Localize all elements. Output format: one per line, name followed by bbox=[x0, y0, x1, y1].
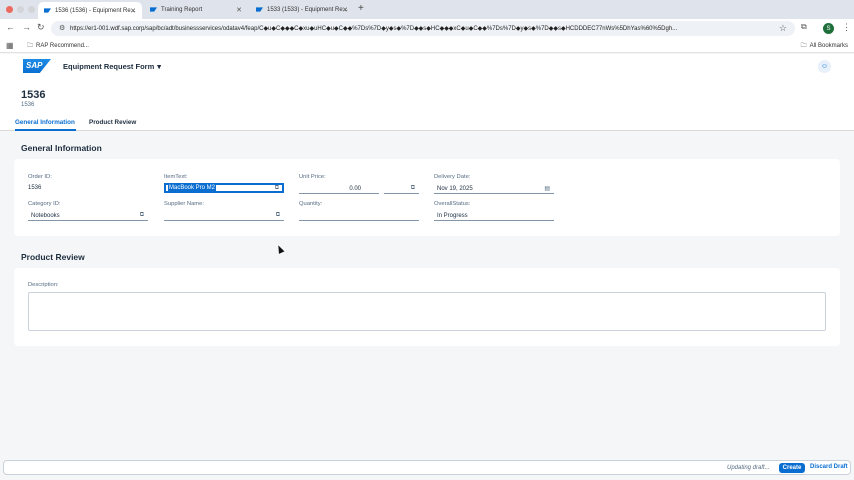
object-page-header: 1536 1536 General Information Product Re… bbox=[0, 81, 854, 131]
close-icon[interactable]: ✕ bbox=[130, 7, 136, 15]
value-help-icon[interactable]: ⧉ bbox=[411, 185, 415, 192]
extensions-puzzle-icon[interactable]: ⧉ bbox=[801, 22, 807, 32]
create-button[interactable]: Create bbox=[779, 463, 805, 473]
unit-price-value: 0.00 bbox=[349, 185, 361, 192]
item-text-label: ItemText: bbox=[164, 174, 188, 180]
all-bookmarks-button[interactable]: 🗀 All Bookmarks bbox=[801, 41, 848, 51]
quantity-input[interactable] bbox=[299, 211, 419, 221]
mouse-cursor-icon bbox=[275, 244, 285, 254]
draft-status-text: Updating draft... bbox=[727, 465, 770, 471]
tab-label: 1536 (1536) - Equipment Re... bbox=[55, 7, 136, 14]
order-id-value: 1536 bbox=[28, 185, 42, 191]
general-information-section bbox=[14, 159, 840, 236]
sap-shell-header: SAP Equipment Request Form ▾ ☺ bbox=[0, 54, 854, 81]
bookmark-folder-rap[interactable]: 🗀 RAP Recommend... bbox=[27, 41, 89, 51]
bookmark-folder-label: RAP Recommend... bbox=[36, 43, 89, 49]
active-tab-indicator bbox=[15, 129, 76, 131]
delivery-date-input[interactable]: Nov 19, 2025 ▤ bbox=[434, 184, 554, 194]
tab-label: 1533 (1533) - Equipment Re... bbox=[267, 6, 348, 13]
address-bar[interactable]: ⚙ https://er1-001.wdf.sap.corp/sap/bc/ad… bbox=[51, 21, 795, 36]
browser-tab-1536[interactable]: 1536 (1536) - Equipment Re... ✕ bbox=[38, 2, 142, 19]
item-text-input[interactable]: MacBook Pro M2 ⧉ bbox=[164, 183, 284, 193]
delivery-date-value: Nov 19, 2025 bbox=[437, 185, 473, 192]
overall-status-label: OverallStatus: bbox=[434, 201, 471, 207]
apps-grid-icon[interactable]: ▦ bbox=[6, 41, 14, 50]
delivery-date-label: Delivery Date: bbox=[434, 174, 471, 180]
category-id-value: Notebooks bbox=[31, 212, 60, 219]
site-info-icon[interactable]: ⚙ bbox=[59, 24, 65, 32]
close-icon[interactable]: ✕ bbox=[342, 6, 348, 14]
reload-icon[interactable]: ↻ bbox=[37, 22, 45, 33]
page-title: 1536 bbox=[21, 89, 46, 101]
browser-tab-bar: 1536 (1536) - Equipment Re... ✕ Training… bbox=[0, 0, 854, 19]
footer-toolbar: Updating draft... Create Discard Draft bbox=[3, 460, 851, 475]
supplier-name-input[interactable]: ⧉ bbox=[164, 211, 284, 221]
chevron-down-icon: ▾ bbox=[157, 62, 162, 71]
back-arrow-icon[interactable]: ← bbox=[6, 22, 15, 32]
value-help-icon[interactable]: ⧉ bbox=[276, 212, 280, 219]
description-label: Description: bbox=[28, 282, 59, 288]
forward-arrow-icon[interactable]: → bbox=[22, 22, 31, 32]
tab-label: Training Report bbox=[161, 6, 203, 13]
folder-icon: 🗀 bbox=[800, 43, 807, 49]
profile-avatar[interactable]: S bbox=[823, 23, 834, 34]
app-title: Equipment Request Form bbox=[63, 62, 155, 71]
value-help-icon[interactable]: ⧉ bbox=[140, 212, 144, 219]
order-id-label: Order ID: bbox=[28, 174, 52, 180]
sap-logo[interactable]: SAP bbox=[23, 59, 51, 73]
new-tab-plus-icon[interactable]: + bbox=[358, 3, 364, 14]
bookmark-star-icon[interactable]: ☆ bbox=[779, 23, 787, 34]
discard-draft-button[interactable]: Discard Draft bbox=[810, 464, 848, 470]
page-subtitle: 1536 bbox=[21, 102, 35, 108]
folder-icon: 🗀 bbox=[27, 43, 34, 49]
url-text[interactable]: https://er1-001.wdf.sap.corp/sap/bc/adt/… bbox=[70, 25, 772, 32]
value-help-icon[interactable]: ⧉ bbox=[275, 185, 279, 192]
section-title-product-review: Product Review bbox=[21, 252, 85, 262]
browser-toolbar: ← → ↻ ⚙ https://er1-001.wdf.sap.corp/sap… bbox=[0, 19, 854, 38]
app-title-menu[interactable]: Equipment Request Form ▾ bbox=[63, 62, 161, 71]
category-id-input[interactable]: Notebooks ⧉ bbox=[28, 211, 148, 221]
quantity-label: Quantity: bbox=[299, 201, 323, 207]
overall-status-value: In Progress bbox=[437, 212, 468, 219]
overall-status-input[interactable]: In Progress bbox=[434, 211, 554, 221]
sap-favicon-icon bbox=[256, 7, 263, 12]
browser-tab-training-report[interactable]: Training Report ✕ bbox=[144, 2, 248, 17]
user-avatar-icon[interactable]: ☺ bbox=[818, 60, 831, 73]
currency-input[interactable]: ⧉ bbox=[384, 184, 419, 194]
bookmarks-bar: ▦ 🗀 RAP Recommend... 🗀 All Bookmarks bbox=[0, 38, 854, 53]
sap-favicon-icon bbox=[150, 7, 157, 12]
sap-favicon-icon bbox=[44, 8, 51, 13]
supplier-name-label: Supplier Name: bbox=[164, 201, 204, 207]
window-minimize-button[interactable] bbox=[17, 6, 24, 13]
category-id-label: Category ID: bbox=[28, 201, 61, 207]
description-textarea[interactable] bbox=[28, 292, 826, 331]
tab-general-information[interactable]: General Information bbox=[15, 119, 75, 126]
all-bookmarks-label: All Bookmarks bbox=[809, 43, 848, 49]
item-text-selected-value: MacBook Pro M2 bbox=[168, 185, 217, 191]
calendar-icon[interactable]: ▤ bbox=[544, 185, 550, 192]
close-icon[interactable]: ✕ bbox=[236, 6, 242, 14]
tab-product-review[interactable]: Product Review bbox=[89, 119, 136, 126]
unit-price-label: Unit Price: bbox=[299, 174, 326, 180]
browser-menu-icon[interactable]: ⋮ bbox=[842, 22, 851, 33]
window-close-button[interactable] bbox=[6, 6, 13, 13]
section-title-general-information: General Information bbox=[21, 143, 102, 153]
unit-price-input[interactable]: 0.00 bbox=[299, 184, 379, 194]
window-maximize-button[interactable] bbox=[28, 6, 35, 13]
browser-tab-1533[interactable]: 1533 (1533) - Equipment Re... ✕ bbox=[250, 2, 354, 17]
